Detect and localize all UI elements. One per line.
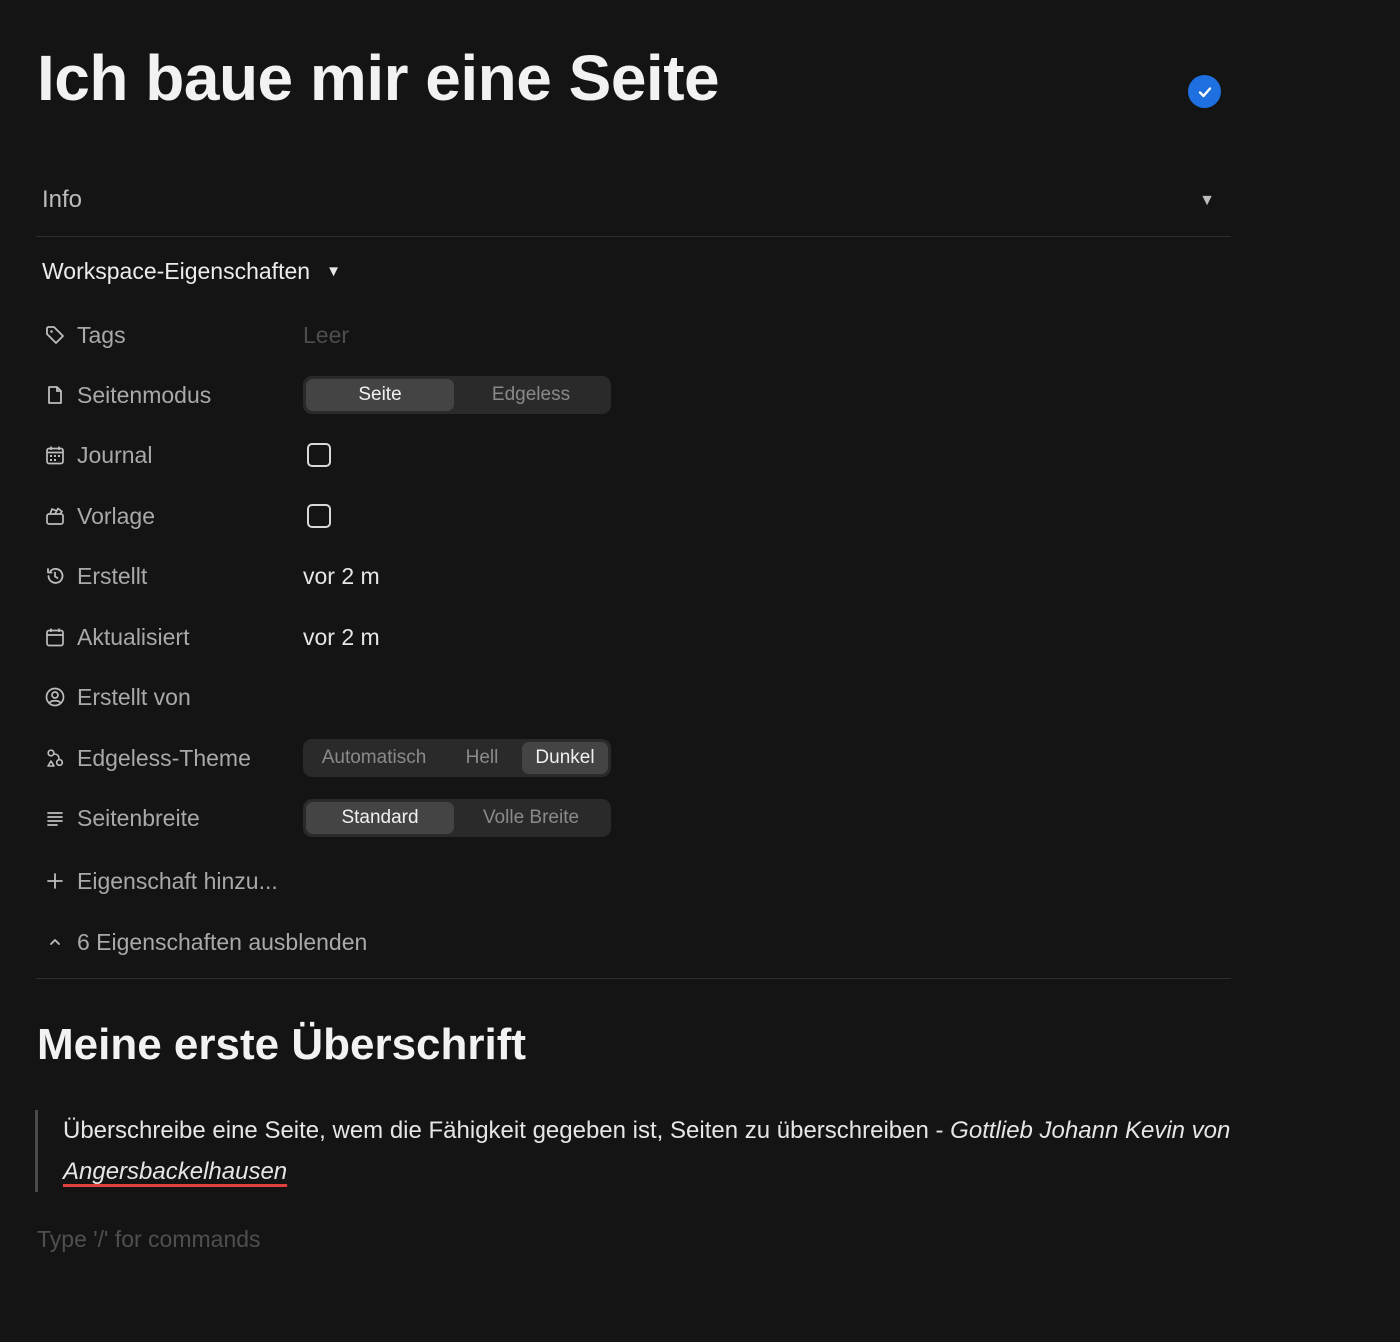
property-label-tags: Tags — [77, 321, 126, 348]
blockquote[interactable]: Überschreibe eine Seite, wem die Fähigke… — [35, 1110, 1243, 1192]
property-row-aktualisiert: Aktualisiert vor 2 m — [42, 617, 742, 657]
vorlage-checkbox[interactable] — [307, 504, 331, 528]
property-row-journal: Journal — [42, 435, 742, 475]
chevron-up-icon — [42, 929, 68, 955]
history-icon — [42, 563, 68, 589]
workspace-caret-icon[interactable]: ▼ — [326, 263, 341, 280]
property-label-seitenbreite: Seitenbreite — [77, 804, 200, 831]
calendar-grid-icon — [42, 442, 68, 468]
property-row-erstellt: Erstellt vor 2 m — [42, 556, 742, 596]
tags-value[interactable]: Leer — [303, 322, 349, 349]
theme-icon — [42, 745, 68, 771]
properties-divider — [36, 978, 1231, 979]
calendar-icon — [42, 624, 68, 650]
hide-properties-button[interactable]: 6 Eigenschaften ausblenden — [42, 922, 742, 962]
property-label-aktualisiert: Aktualisiert — [77, 623, 190, 650]
property-row-vorlage: Vorlage — [42, 496, 742, 536]
property-label-journal: Journal — [77, 441, 153, 468]
property-label-vorlage: Vorlage — [77, 502, 156, 529]
journal-checkbox[interactable] — [307, 443, 331, 467]
seitenbreite-option-standard[interactable]: Standard — [306, 802, 454, 834]
add-property-label: Eigenschaft hinzu... — [77, 867, 278, 894]
hide-properties-label: 6 Eigenschaften ausblenden — [77, 928, 368, 955]
content-heading[interactable]: Meine erste Überschrift — [37, 1020, 526, 1070]
tag-icon — [42, 322, 68, 348]
check-circle-icon — [1198, 86, 1211, 97]
seitenmodus-option-seite[interactable]: Seite — [306, 379, 454, 411]
workspace-properties-title: Workspace-Eigenschaften — [42, 258, 311, 284]
erstellt-value: vor 2 m — [303, 562, 380, 589]
command-input-placeholder[interactable]: Type '/' for commands — [37, 1226, 261, 1253]
theme-option-dunkel[interactable]: Dunkel — [522, 742, 608, 774]
property-label-erstellt-von: Erstellt von — [77, 683, 191, 710]
property-row-seitenbreite: Seitenbreite Standard Volle Breite — [42, 798, 742, 838]
seitenmodus-option-edgeless[interactable]: Edgeless — [454, 379, 608, 411]
info-caret-icon[interactable]: ▼ — [1199, 192, 1215, 210]
page-icon — [42, 382, 68, 408]
property-label-seitenmodus: Seitenmodus — [77, 381, 212, 408]
property-label-edgeless-theme: Edgeless-Theme — [77, 744, 251, 771]
property-row-tags[interactable]: Tags Leer — [42, 315, 742, 355]
workspace-properties-header[interactable]: Workspace-Eigenschaften ▼ — [42, 258, 341, 285]
aktualisiert-value: vor 2 m — [303, 623, 380, 650]
plus-icon — [42, 868, 68, 894]
seitenbreite-option-volle-breite[interactable]: Volle Breite — [454, 802, 608, 834]
property-label-erstellt: Erstellt — [77, 562, 148, 589]
quote-author-misspelled-word: Angersbackelhausen — [63, 1158, 288, 1185]
info-section-header[interactable]: Info ▼ — [36, 172, 1231, 237]
property-row-erstellt-von: Erstellt von — [42, 677, 742, 717]
seitenmodus-toggle: Seite Edgeless — [303, 376, 611, 414]
lines-icon — [42, 805, 68, 831]
quote-text: Überschreibe eine Seite, wem die Fähigke… — [63, 1117, 951, 1144]
sync-status-badge[interactable] — [1188, 75, 1221, 108]
theme-option-automatisch[interactable]: Automatisch — [306, 742, 442, 774]
add-property-button[interactable]: Eigenschaft hinzu... — [42, 861, 742, 901]
edgeless-theme-toggle: Automatisch Hell Dunkel — [303, 739, 611, 777]
property-row-seitenmodus: Seitenmodus Seite Edgeless — [42, 375, 742, 415]
quote-author-name: Gottlieb Johann Kevin von — [950, 1117, 1231, 1144]
info-label: Info — [42, 186, 83, 213]
template-icon — [42, 503, 68, 529]
property-row-edgeless-theme: Edgeless-Theme Automatisch Hell Dunkel — [42, 738, 742, 778]
seitenbreite-toggle: Standard Volle Breite — [303, 799, 611, 837]
page-title[interactable]: Ich baue mir eine Seite — [37, 40, 720, 116]
user-circle-icon — [42, 684, 68, 710]
document-page: Ich baue mir eine Seite Info ▼ Workspace… — [0, 0, 1400, 1342]
theme-option-hell[interactable]: Hell — [442, 742, 522, 774]
